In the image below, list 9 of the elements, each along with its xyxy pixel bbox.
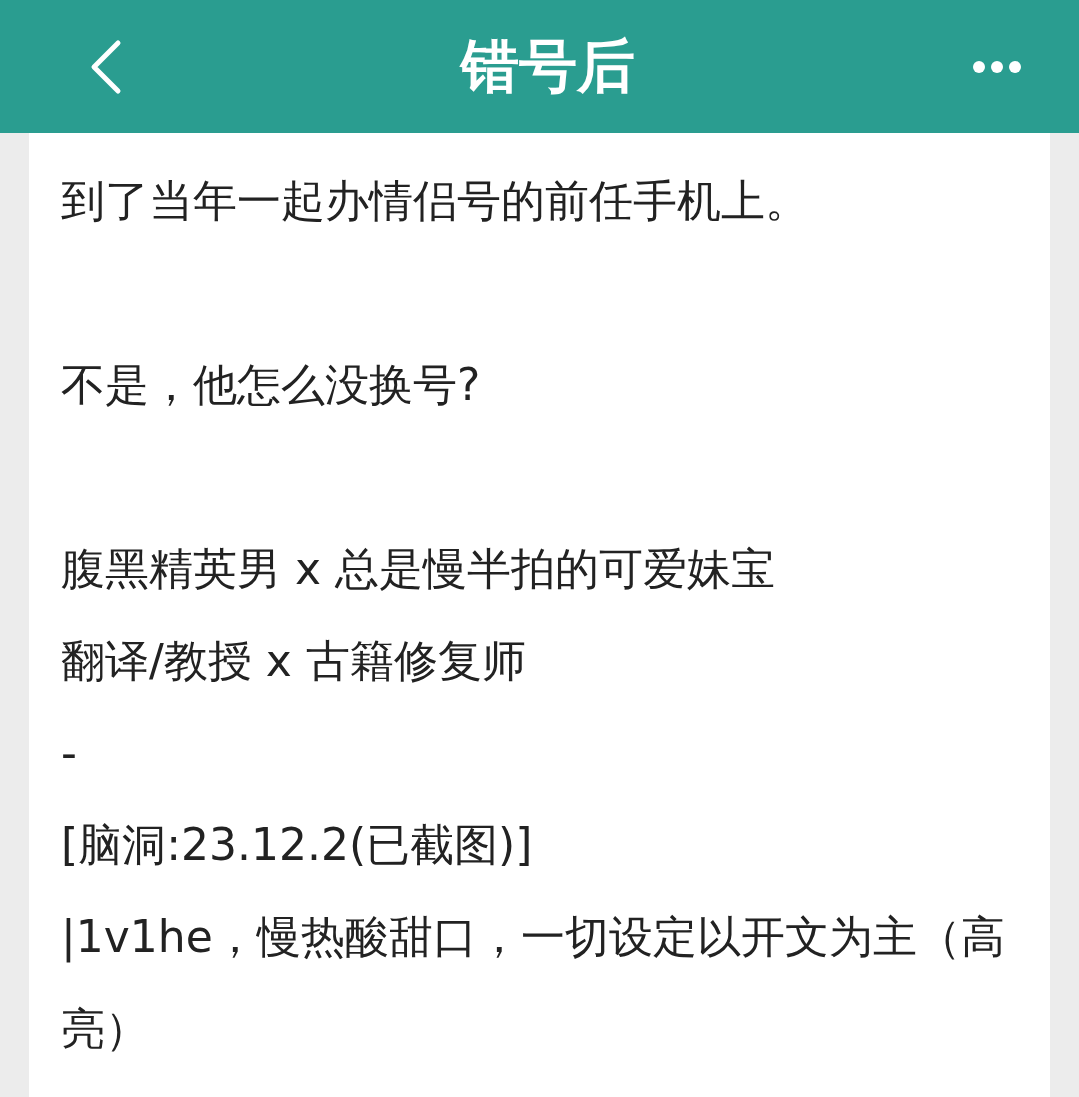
text-line: - [61, 726, 78, 780]
text-line: 不是，他怎么没换号? [61, 358, 482, 412]
page-title: 错号后 [460, 30, 635, 102]
text-line: 翻译/教授 x 古籍修复师 [61, 634, 527, 688]
text-line: 到了当年一起办情侣号的前任手机上。 [61, 174, 810, 228]
text-line: [脑洞:23.12.2(已截图)] [61, 818, 534, 872]
text-line: 腹黑精英男 x 总是慢半拍的可爱妹宝 [61, 542, 776, 596]
more-icon[interactable] [973, 59, 1021, 74]
text-line: |1v1he，慢热酸甜口，一切设定以开文为主（高亮） [61, 910, 1006, 1056]
